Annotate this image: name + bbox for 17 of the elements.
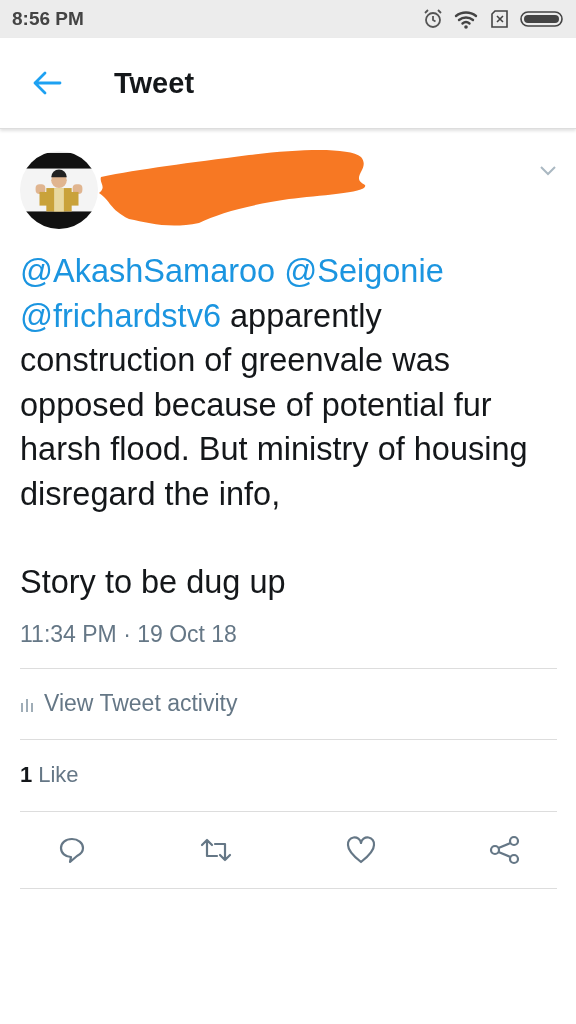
mention-link[interactable]: @Seigonie [284, 253, 444, 289]
mention-link[interactable]: @frichardstv6 [20, 297, 221, 334]
tweet-text: @AkashSamaroo @Seigonie @frichardstv6 apparently construction of greenvale was opposed because of potential fur harsh flood. But ministry of housing disregard the info, [20, 252, 529, 514]
tweet-text: Story to be dug up [20, 563, 287, 602]
share-icon[interactable] [489, 834, 521, 865]
heart-icon[interactable] [345, 834, 377, 865]
wifi-icon [454, 9, 480, 29]
alarm-icon [422, 8, 444, 30]
mention-link[interactable]: @AkashSamaroo [20, 253, 276, 289]
no-sim-icon [490, 9, 510, 29]
tweet-timestamp: 11:34 PM · 19 Oct 18 [20, 620, 557, 669]
battery-icon [520, 10, 564, 28]
tweet-activity-link[interactable]: View Tweet activity [20, 690, 238, 717]
page-title: Tweet [114, 66, 195, 100]
like-label: Like [38, 762, 79, 788]
like-count: 1 [20, 762, 33, 788]
status-time: 8:56 PM [12, 8, 84, 30]
